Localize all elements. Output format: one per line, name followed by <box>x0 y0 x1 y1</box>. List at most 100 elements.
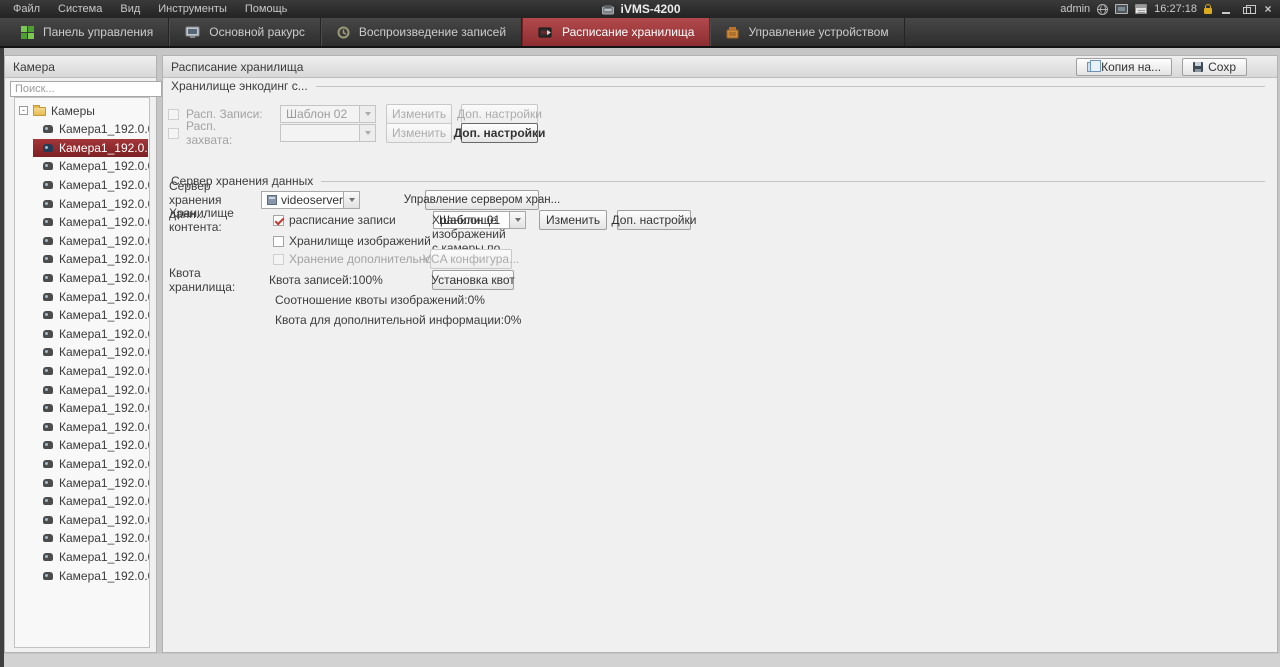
camera-tree-item[interactable]: Камера1_192.0.0.14 <box>33 194 148 213</box>
camera-icon <box>43 144 53 152</box>
menu-tools[interactable]: Инструменты <box>149 0 236 18</box>
camera-tree-item[interactable]: Камера1_192.0.0.17 <box>33 436 148 455</box>
camera-tree-item[interactable]: Камера1_192.0.0.21 <box>33 232 148 251</box>
camera-icon <box>43 386 53 394</box>
menu-help[interactable]: Помощь <box>236 0 297 18</box>
server-edit-button[interactable]: Изменить <box>539 210 607 230</box>
dashboard-grid-icon <box>21 26 34 39</box>
tab-label: Панель управления <box>43 25 153 39</box>
camera-tree-item[interactable]: Камера1_192.0.0.22 <box>33 473 148 492</box>
camera-icon <box>43 534 53 542</box>
camera-tree-item[interactable]: Камера1_192.0.0.20 <box>33 176 148 195</box>
restore-button[interactable] <box>1240 2 1254 16</box>
tab-playback[interactable]: Воспроизведение записей <box>321 18 522 46</box>
capture-template-combo[interactable] <box>280 124 376 142</box>
camera-tree-item[interactable]: Камера1_192.0.0.11 <box>33 399 148 418</box>
camera-icon <box>43 181 53 189</box>
camera-icon <box>43 125 53 133</box>
quota-label: Квота хранилища: <box>169 266 269 294</box>
camera-icon <box>43 572 53 580</box>
storage-server-combo[interactable]: videoserver <box>261 191 360 209</box>
sidebar-header: Камера <box>5 56 156 78</box>
camera-tree-item[interactable]: Камера1_192.0.0.28 <box>33 492 148 511</box>
camera-tree-item[interactable]: Камера1_192.0.0.18 <box>33 157 148 176</box>
capture-schedule-row: Расп. захвата: Изменить Доп. настройки <box>168 123 538 143</box>
camera-tree-item[interactable]: Камера1_192.0.0.27 <box>33 529 148 548</box>
storage-schedule-panel: Расписание хранилища Копия на... Сохр Хр… <box>162 55 1278 653</box>
tab-device-management[interactable]: Управление устройством <box>710 18 904 46</box>
camera-icon <box>43 553 53 561</box>
camera-icon <box>43 367 53 375</box>
search-input[interactable] <box>10 81 161 97</box>
camera-name: Камера1_192.0.0.25 <box>59 345 150 359</box>
chevron-down-icon[interactable] <box>343 192 359 208</box>
close-button[interactable]: × <box>1261 2 1275 16</box>
camera-tree-item[interactable]: Камера1_192.0.0.30 <box>33 455 148 474</box>
camera-tree-item[interactable]: Камера1_192.0.0.26 <box>33 380 148 399</box>
camera-tree-item[interactable]: Камера1_192.0.0.29 <box>33 510 148 529</box>
camera-icon <box>43 293 53 301</box>
camera-icon <box>43 237 53 245</box>
camera-tree-item[interactable]: Камера1_192.0.0.10 <box>33 287 148 306</box>
calendar-icon[interactable] <box>1135 4 1147 14</box>
record-template-combo[interactable]: Шаблон 02 <box>280 105 376 123</box>
camera-tree-item[interactable]: Камера1_192.0.0.12 <box>33 139 148 158</box>
picture-storage-checkbox[interactable] <box>273 236 284 247</box>
chevron-down-icon[interactable] <box>359 106 375 122</box>
tab-storage-schedule[interactable]: Расписание хранилища <box>522 18 710 46</box>
app-title: iVMS-4200 <box>620 2 680 16</box>
app-logo: iVMS-4200 <box>599 0 680 18</box>
camera-icon <box>43 441 53 449</box>
camera-tree-item[interactable]: Камера1_192.0.0.16 <box>33 120 148 139</box>
camera-tree-item[interactable]: Камера1_192.0.0.13 <box>33 362 148 381</box>
camera-group-row[interactable]: Камеры <box>15 98 149 120</box>
record-schedule-content-checkbox[interactable] <box>273 215 284 226</box>
tab-main-view[interactable]: Основной ракурс <box>169 18 321 46</box>
camera-tree-item[interactable]: Камера1_192.0.0.25 <box>33 343 148 362</box>
camera-tree-item[interactable]: Камера1_192.0.0.24 <box>33 250 148 269</box>
quota-row: Квота хранилища: Квота записей:100% Уста… <box>169 270 383 290</box>
menu-system[interactable]: Система <box>49 0 111 18</box>
camera-tree-item[interactable]: Камера1_192.0.0.19 <box>33 213 148 232</box>
additional-storage-checkbox[interactable] <box>273 254 284 265</box>
language-icon[interactable] <box>1097 4 1108 15</box>
camera-name: Камера1_192.0.0.26 <box>59 383 150 397</box>
save-label: Сохр <box>1208 60 1236 74</box>
record-edit-button[interactable]: Изменить <box>386 104 452 124</box>
vca-config-button[interactable]: VCA конфигура... <box>430 249 512 269</box>
save-icon <box>1193 62 1203 72</box>
camera-tree-item[interactable]: Камера1_192.0.0.23 <box>33 306 148 325</box>
menu-view[interactable]: Вид <box>111 0 149 18</box>
monitor-icon <box>185 26 200 39</box>
capture-template-value <box>281 125 359 141</box>
set-quota-button[interactable]: Установка квот <box>432 270 514 290</box>
screen-icon[interactable] <box>1115 4 1128 14</box>
capture-schedule-checkbox[interactable] <box>168 128 179 139</box>
manage-server-button[interactable]: Управление сервером хран... <box>425 190 539 210</box>
save-button[interactable]: Сохр <box>1182 58 1247 76</box>
tab-dashboard[interactable]: Панель управления <box>6 18 169 46</box>
camera-tree-item[interactable]: Камера1_192.0.0.31 <box>33 548 148 567</box>
camera-name: Камера1_192.0.0.33 <box>59 327 150 341</box>
camera-tree-item[interactable]: Камера1_192.0.0.35 <box>33 566 148 585</box>
minimize-button[interactable] <box>1219 2 1233 16</box>
menu-file[interactable]: Файл <box>4 0 49 18</box>
camera-tree-item[interactable]: Камера1_192.0.0.32 <box>33 418 148 437</box>
camera-tree-item[interactable]: Камера1_192.0.0.33 <box>33 325 148 344</box>
sidebar-title: Камера <box>13 60 55 74</box>
collapse-icon[interactable] <box>19 106 28 115</box>
capture-advanced-button[interactable]: Доп. настройки <box>461 123 538 143</box>
server-advanced-button[interactable]: Доп. настройки <box>617 210 691 230</box>
picture-storage-label: Хранилище изображений <box>289 234 431 248</box>
lock-icon[interactable] <box>1204 8 1212 14</box>
camera-name: Камера1_192.0.0.31 <box>59 550 150 564</box>
chevron-down-icon[interactable] <box>359 125 375 141</box>
chevron-down-icon[interactable] <box>509 212 525 228</box>
copy-to-button[interactable]: Копия на... <box>1076 58 1172 76</box>
record-schedule-checkbox[interactable] <box>168 109 179 120</box>
capture-edit-button[interactable]: Изменить <box>386 123 452 143</box>
encoding-section-header: Хранилище энкодинг с... <box>171 78 1265 94</box>
storage-schedule-icon <box>538 26 553 39</box>
record-advanced-button[interactable]: Доп. настройки <box>461 104 538 124</box>
camera-tree-item[interactable]: Камера1_192.0.0.15 <box>33 269 148 288</box>
